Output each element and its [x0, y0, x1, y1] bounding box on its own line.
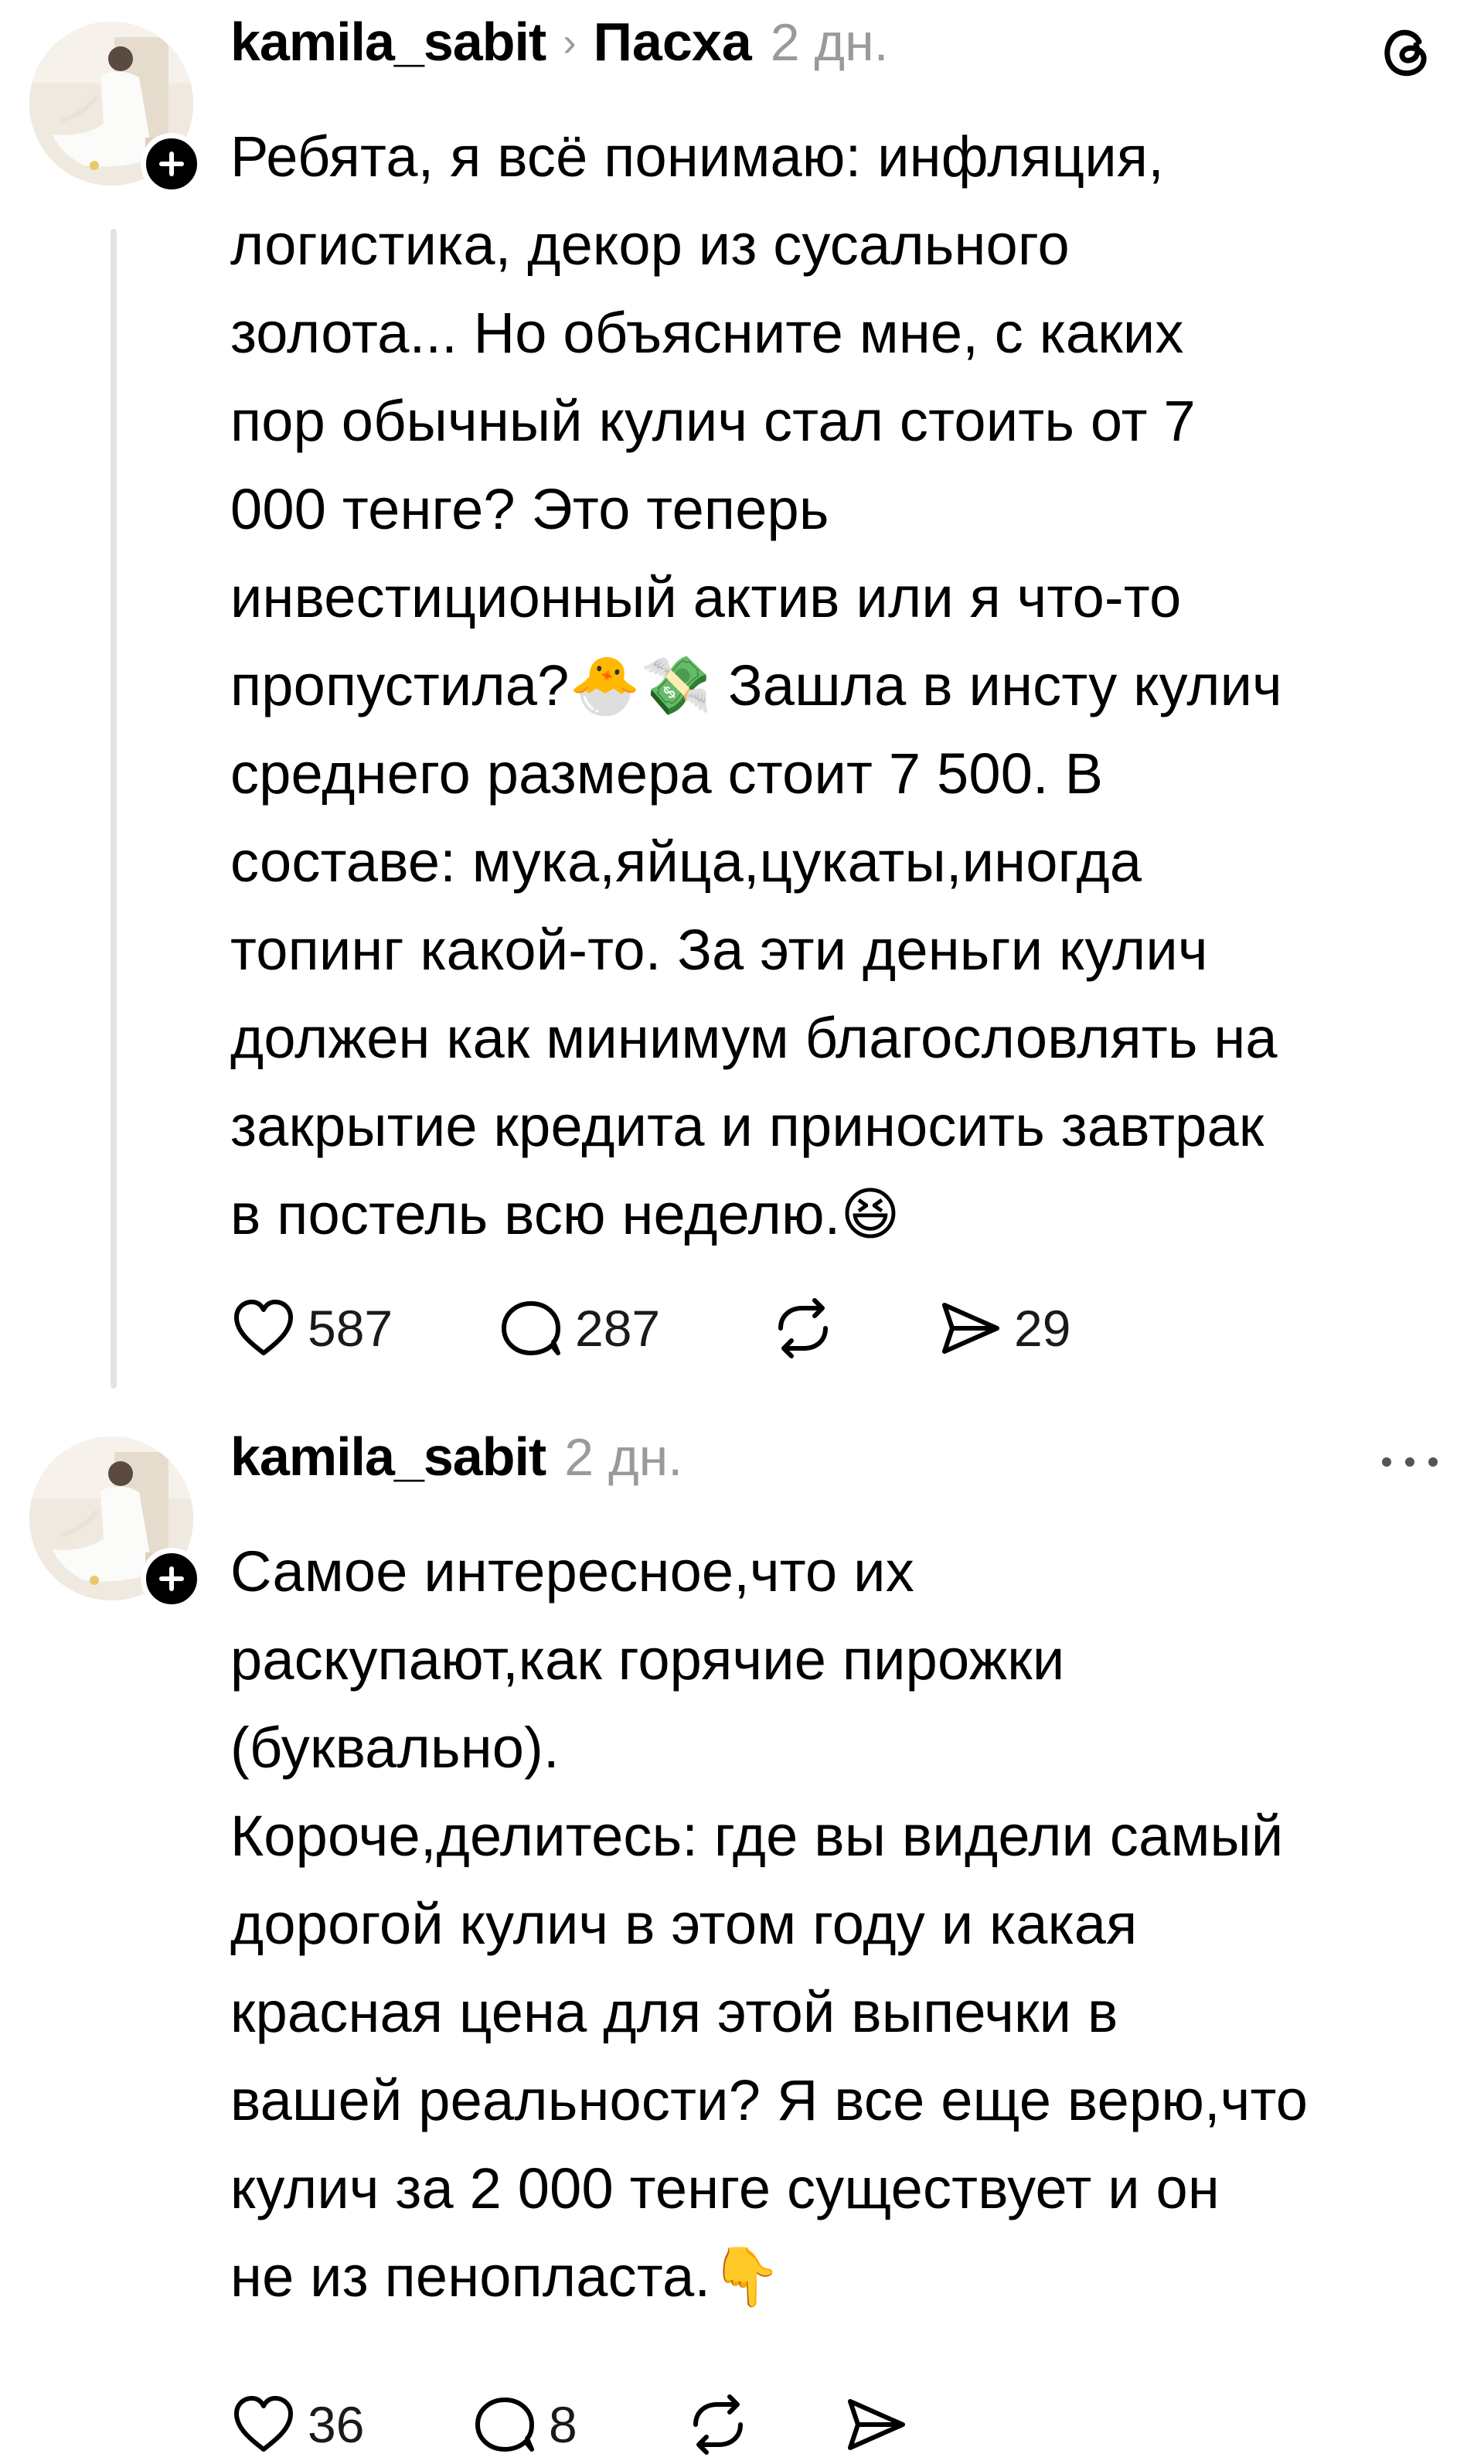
comment-button[interactable]: 8 — [471, 2386, 685, 2463]
username[interactable]: kamila_sabit — [230, 1426, 546, 1488]
text-line: логистика, декор из сусального — [230, 213, 1070, 277]
text-line: топинг какой-то. За эти деньги кулич — [230, 918, 1208, 982]
share-button[interactable] — [842, 2386, 909, 2463]
text-line: золота... Но объясните мне, с каких — [230, 301, 1184, 365]
text-line: кулич за 2 000 тенге существует и он — [230, 2156, 1220, 2220]
text-line: не из пенопласта.👇 — [230, 2244, 782, 2309]
post-text: Самое интересное,что их раскупают,как го… — [230, 1528, 1459, 2321]
follow-button[interactable] — [141, 133, 203, 195]
thread-connector-line — [111, 229, 117, 1389]
comment-button[interactable]: 287 — [498, 1290, 770, 1367]
post-paragraph: Короче,делитесь: где вы видели самый дор… — [230, 1792, 1459, 2321]
text-line: Ребята, я всё понимаю: инфляция, — [230, 124, 1164, 189]
threads-logo — [1384, 29, 1427, 77]
text-line: пор обычный кулич стал стоить от 7 — [230, 389, 1196, 453]
plus-icon — [159, 152, 184, 176]
timestamp: 2 дн. — [770, 13, 889, 72]
text-line: Самое интересное,что их — [230, 1539, 914, 1603]
comment-count: 287 — [575, 1300, 661, 1357]
post-paragraph: Ребята, я всё понимаю: инфляция, логисти… — [230, 113, 1459, 1259]
text-line: (буквально). — [230, 1716, 560, 1780]
thread-post: kamila_sabit 2 дн. Самое интересное,что … — [0, 1415, 1484, 2464]
send-icon — [942, 1303, 999, 1354]
text-line: в постель всю неделю.😆 — [230, 1182, 900, 1246]
like-button[interactable]: 36 — [230, 2386, 471, 2463]
repost-button[interactable] — [685, 2386, 842, 2463]
text-line: 000 тенге? Это теперь — [230, 477, 829, 541]
text-line: должен как минимум благословлять на — [230, 1006, 1278, 1070]
action-bar: 587 287 29 — [230, 1290, 1070, 1367]
send-icon — [848, 2399, 905, 2450]
text-line: вашей реальности? Я все еще верю,что — [230, 2068, 1309, 2132]
username[interactable]: kamila_sabit — [230, 11, 546, 73]
timestamp: 2 дн. — [564, 1428, 683, 1487]
action-bar: 36 8 — [230, 2386, 909, 2463]
share-button[interactable]: 29 — [937, 1290, 1070, 1367]
text-line: закрытие кредита и приносить завтрак — [230, 1094, 1264, 1158]
repost-button[interactable] — [770, 1290, 937, 1367]
comment-count: 8 — [549, 2396, 577, 2453]
like-button[interactable]: 587 — [230, 1290, 498, 1367]
more-icon[interactable] — [1373, 1450, 1447, 1474]
comment-bubble-icon — [475, 2398, 534, 2452]
text-line: красная цена для этой выпечки в — [230, 1980, 1118, 2044]
like-count: 36 — [308, 2396, 365, 2453]
like-count: 587 — [308, 1300, 393, 1357]
thread-post: kamila_sabit › Пасха 2 дн. Ребята, я всё… — [0, 0, 1484, 1415]
text-line: пропустила?🐣💸 Зашла в инсту кулич — [230, 653, 1282, 717]
post-text: Ребята, я всё понимаю: инфляция, логисти… — [230, 113, 1459, 1259]
comment-bubble-icon — [502, 1301, 560, 1355]
heart-icon — [234, 2396, 293, 2452]
text-line: инвестиционный актив или я что-то — [230, 565, 1182, 629]
post-paragraph: Самое интересное,что их раскупают,как го… — [230, 1528, 1459, 1792]
chevron-right-icon: › — [563, 20, 577, 65]
text-line: среднего размера стоит 7 500. В — [230, 741, 1104, 806]
topic-tag[interactable]: Пасха — [594, 11, 752, 73]
repost-icon — [778, 1298, 828, 1358]
heart-icon — [234, 1300, 293, 1355]
plus-icon — [159, 1566, 184, 1591]
post-header: kamila_sabit › Пасха 2 дн. — [230, 11, 889, 91]
text-line: составе: мука,яйца,цукаты,иногда — [230, 830, 1142, 894]
follow-button[interactable] — [141, 1548, 203, 1610]
text-line: Короче,делитесь: где вы видели самый — [230, 1804, 1284, 1868]
text-line: дорогой кулич в этом году и какая — [230, 1892, 1138, 1956]
share-count: 29 — [1014, 1300, 1071, 1357]
post-header: kamila_sabit 2 дн. — [230, 1426, 682, 1506]
text-line: раскупают,как горячие пирожки — [230, 1627, 1065, 1692]
repost-icon — [693, 2394, 743, 2455]
